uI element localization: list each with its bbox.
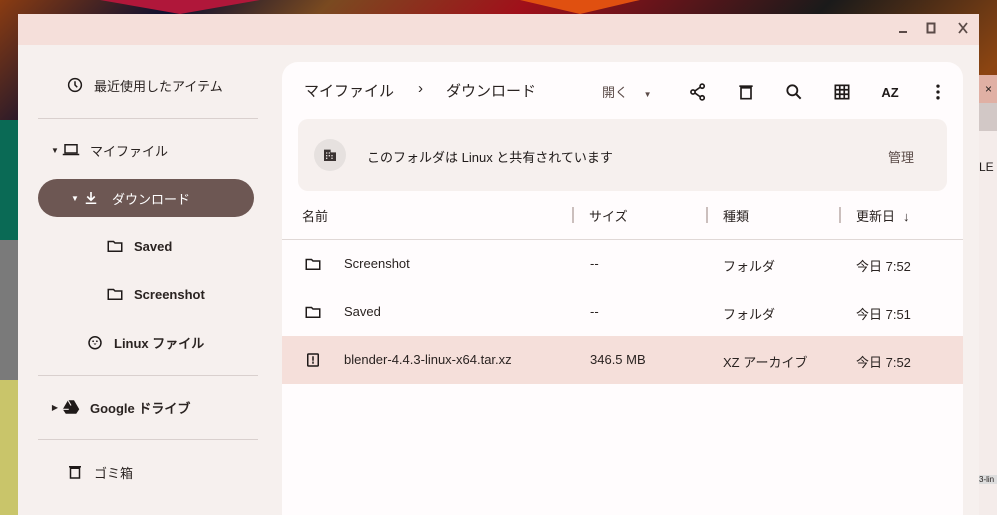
linux-shared-banner: このフォルダは Linux と共有されています 管理 [298, 119, 947, 191]
trash-icon [739, 85, 753, 100]
open-button[interactable]: 開く ▼ [602, 82, 652, 101]
banner-text: このフォルダは Linux と共有されています [367, 150, 613, 165]
sidebar-item-label: マイファイル [90, 143, 169, 159]
background-window[interactable]: × LE 3-lin [979, 75, 997, 515]
open-label: 開く [602, 85, 629, 100]
folder-icon [107, 240, 123, 252]
sidebar-item-linux-files[interactable]: Linux ファイル [86, 323, 204, 361]
background-window-close[interactable]: × [979, 75, 997, 103]
share-icon [690, 83, 706, 101]
column-header-size[interactable]: サイズ [589, 206, 628, 225]
building-icon [314, 139, 346, 171]
maximize-button[interactable] [922, 20, 940, 38]
background-window-label: LE [979, 160, 994, 174]
maximize-icon [926, 22, 936, 34]
file-size: 346.5 MB [590, 352, 646, 367]
google-drive-icon [62, 399, 80, 414]
column-resize-handle[interactable] [839, 207, 841, 223]
sidebar-item-label: Linux ファイル [114, 335, 205, 351]
table-row[interactable]: Screenshot -- フォルダ 今日 7:52 [282, 240, 963, 288]
file-name: blender-4.4.3-linux-x64.tar.xz [344, 352, 512, 367]
column-header-name[interactable]: 名前 [302, 206, 328, 225]
sidebar-item-label: 最近使用したアイテム [94, 78, 223, 94]
file-modified: 今日 7:52 [856, 259, 911, 274]
penguin-icon [88, 336, 102, 350]
sidebar: 最近使用したアイテム ▼ マイファイル ▼ ダウンロード Saved Scree… [18, 45, 282, 515]
minimize-button[interactable] [894, 20, 912, 38]
title-bar[interactable] [18, 14, 979, 45]
column-header-type[interactable]: 種類 [723, 206, 749, 225]
folder-icon [305, 306, 321, 318]
sidebar-item-downloads[interactable]: ▼ ダウンロード [38, 179, 254, 217]
sort-button[interactable]: AZ [878, 80, 902, 104]
sidebar-item-label: Saved [134, 238, 173, 254]
divider [38, 118, 258, 119]
grid-icon [834, 84, 850, 100]
sidebar-item-label: Google ドライブ [90, 400, 191, 416]
archive-icon [307, 353, 319, 367]
sort-arrow-down-icon: ↓ [903, 209, 910, 224]
file-type: フォルダ [723, 307, 776, 322]
file-list-panel: マイファイル › ダウンロード 開く ▼ AZ このフォルダは Linux と共… [282, 62, 963, 515]
caret-right-icon[interactable]: ▶ [48, 403, 62, 412]
sidebar-item-label: ゴミ箱 [94, 465, 134, 481]
folder-icon [107, 288, 123, 300]
column-header-modified[interactable]: 更新日 ↓ [856, 206, 910, 225]
breadcrumb-separator: › [418, 80, 423, 97]
search-icon [786, 84, 802, 100]
caret-down-icon[interactable]: ▼ [48, 146, 62, 155]
close-icon [958, 22, 968, 34]
files-app-window: 最近使用したアイテム ▼ マイファイル ▼ ダウンロード Saved Scree… [18, 14, 979, 515]
sidebar-item-label: Screenshot [134, 286, 205, 302]
laptop-icon [62, 144, 80, 156]
sidebar-item-recent[interactable]: 最近使用したアイテム [66, 66, 223, 104]
sidebar-item-screenshot[interactable]: Screenshot [106, 275, 205, 313]
breadcrumb-my-files[interactable]: マイファイル [304, 80, 394, 101]
sidebar-item-saved[interactable]: Saved [106, 227, 172, 265]
file-name: Screenshot [344, 256, 410, 271]
more-vert-icon [936, 84, 940, 100]
column-header-label: 更新日 [856, 209, 896, 224]
table-row[interactable]: Saved -- フォルダ 今日 7:51 [282, 288, 963, 336]
manage-button[interactable]: 管理 [888, 147, 914, 166]
column-resize-handle[interactable] [706, 207, 708, 223]
file-name: Saved [344, 304, 381, 319]
sidebar-item-trash[interactable]: ゴミ箱 [66, 453, 133, 491]
sidebar-item-google-drive[interactable]: ▶ Google ドライブ [48, 388, 190, 426]
column-resize-handle[interactable] [572, 207, 574, 223]
close-button[interactable] [954, 20, 972, 38]
download-icon [85, 192, 97, 204]
table-row-selected[interactable]: blender-4.4.3-linux-x64.tar.xz 346.5 MB … [282, 336, 963, 384]
divider [38, 439, 258, 440]
file-modified: 今日 7:52 [856, 355, 911, 370]
file-modified: 今日 7:51 [856, 307, 911, 322]
sort-az-icon: AZ [881, 84, 899, 100]
sidebar-item-label: ダウンロード [112, 191, 191, 207]
dropdown-arrow-icon: ▼ [643, 90, 652, 99]
clock-icon [67, 77, 83, 93]
file-type: XZ アーカイブ [723, 355, 808, 370]
file-size: -- [590, 304, 599, 319]
search-button[interactable] [782, 80, 806, 104]
share-button[interactable] [686, 80, 710, 104]
sidebar-item-my-files[interactable]: ▼ マイファイル [48, 131, 168, 169]
breadcrumb-downloads[interactable]: ダウンロード [446, 80, 536, 101]
divider [38, 375, 258, 376]
file-type: フォルダ [723, 259, 776, 274]
file-size: -- [590, 256, 599, 271]
more-menu-button[interactable] [926, 80, 950, 104]
grid-view-button[interactable] [830, 80, 854, 104]
caret-down-icon[interactable]: ▼ [68, 194, 82, 203]
background-window-tab: 3-lin [979, 475, 997, 484]
trash-icon [69, 466, 81, 479]
minimize-icon [899, 31, 907, 33]
delete-button[interactable] [734, 80, 758, 104]
folder-icon [305, 258, 321, 270]
